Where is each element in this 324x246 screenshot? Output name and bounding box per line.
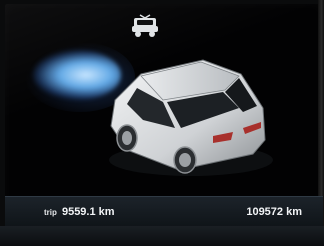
trip-value: 9559.1 km	[61, 206, 115, 218]
odometer-value: 109572 km	[246, 206, 302, 218]
display-frame-bottom	[0, 226, 324, 246]
screen-reflection	[5, 4, 323, 222]
instrument-display	[5, 4, 323, 222]
trip-distance: trip 9559.1 km	[44, 206, 115, 218]
trip-label: trip	[44, 208, 57, 217]
